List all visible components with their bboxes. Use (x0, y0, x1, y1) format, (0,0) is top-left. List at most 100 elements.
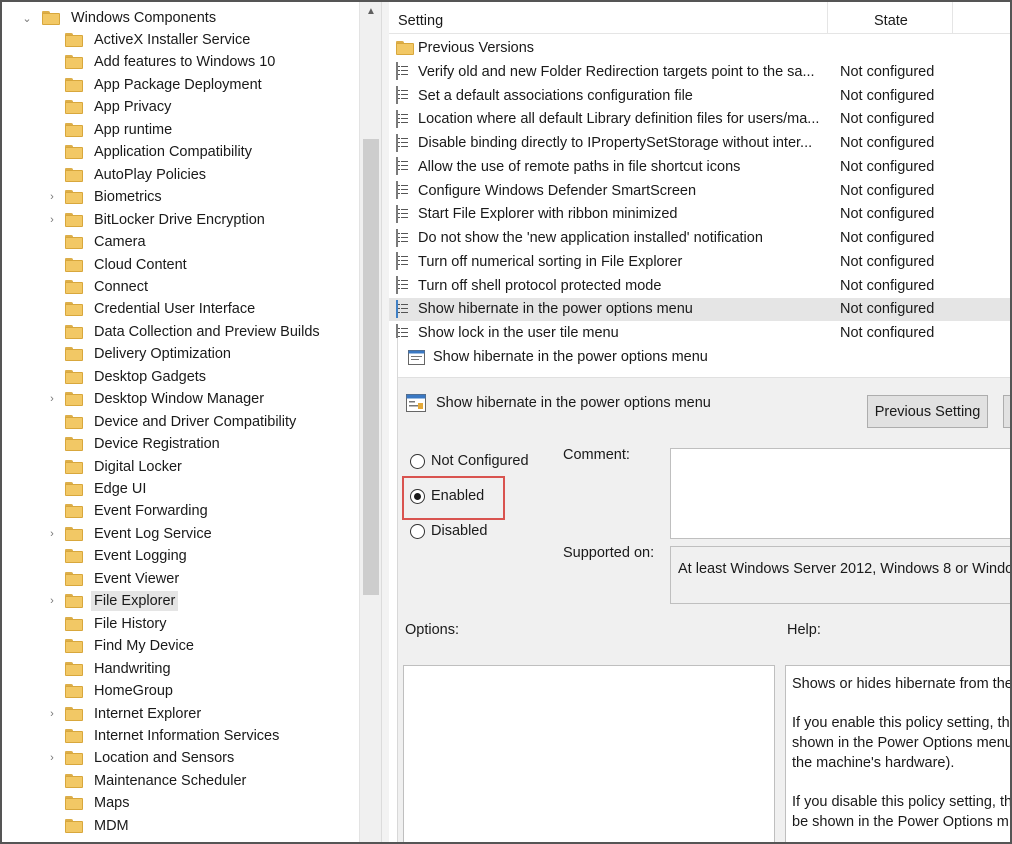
list-item-name: Set a default associations configuration… (418, 87, 693, 104)
list-item[interactable]: Disable binding directly to IPropertySet… (389, 131, 1010, 155)
tree-item[interactable]: App Privacy (45, 96, 174, 118)
tree-item[interactable]: › Biometrics (45, 186, 165, 208)
folder-icon (65, 818, 83, 833)
radio-not-configured[interactable]: Not Configured (410, 453, 529, 469)
column-header-state[interactable]: State (874, 13, 908, 29)
tree-item[interactable]: Internet Information Services (45, 725, 282, 747)
tree-pane[interactable]: ⌄ Windows Components ActiveX Installer S… (2, 2, 359, 842)
chevron-down-icon[interactable]: ⌄ (20, 7, 34, 29)
chevron-right-icon[interactable]: › (45, 747, 59, 769)
tree-item[interactable]: Delivery Optimization (45, 343, 234, 365)
list-item-name: Show lock in the user tile menu (418, 325, 619, 338)
chevron-right-icon[interactable]: › (45, 388, 59, 410)
tree-item[interactable]: File History (45, 613, 170, 635)
tree-item[interactable]: Maintenance Scheduler (45, 770, 249, 792)
list-item[interactable]: Show lock in the user tile menu Not confi… (389, 321, 1010, 338)
tree-item[interactable]: Handwriting (45, 658, 174, 680)
chevron-right-icon[interactable]: › (45, 186, 59, 208)
scrollbar-thumb[interactable] (363, 139, 379, 595)
list-item-name: Show hibernate in the power options menu (418, 301, 693, 318)
list-item[interactable]: Turn off numerical sorting in File Explo… (389, 250, 1010, 274)
folder-icon (65, 235, 83, 250)
tree-item[interactable]: Connect (45, 276, 151, 298)
chevron-right-icon[interactable]: › (45, 703, 59, 725)
list-item-state: Not configured (840, 63, 935, 80)
tree-item[interactable]: Find My Device (45, 635, 197, 657)
list-item[interactable]: Verify old and new Folder Redirection ta… (389, 60, 1010, 84)
tree-item[interactable]: Digital Locker (45, 456, 185, 478)
tree-item[interactable]: › Event Log Service (45, 523, 215, 545)
tree-item[interactable]: Maps (45, 792, 132, 814)
list-item[interactable]: Location where all default Library defin… (389, 108, 1010, 132)
dialog-titlebar[interactable]: Show hibernate in the power options menu (398, 338, 1011, 378)
tree-scrollbar[interactable]: ▲ (359, 2, 381, 842)
list-item[interactable]: Do not show the 'new application install… (389, 226, 1010, 250)
chevron-right-icon[interactable]: › (45, 523, 59, 545)
tree-item[interactable]: Event Viewer (45, 568, 182, 590)
tree-item[interactable]: Application Compatibility (45, 141, 255, 163)
folder-icon (65, 639, 83, 654)
list-item-folder[interactable]: Previous Versions (389, 36, 1010, 60)
tree-item[interactable]: Credential User Interface (45, 298, 258, 320)
radio-circle[interactable] (410, 453, 425, 469)
help-panel[interactable]: Shows or hides hibernate from the If you… (785, 665, 1012, 844)
tree-item-label: Digital Locker (94, 458, 182, 475)
radio-disabled[interactable]: Disabled (410, 523, 487, 539)
comment-textarea[interactable] (670, 448, 1012, 539)
list-item[interactable]: Set a default associations configuration… (389, 84, 1010, 108)
tree-item[interactable]: Cloud Content (45, 254, 190, 276)
radio-circle[interactable] (410, 523, 425, 539)
scroll-up-arrow-icon[interactable]: ▲ (360, 6, 382, 17)
tree-item[interactable]: › Desktop Window Manager (45, 388, 267, 410)
list-item[interactable]: Show hibernate in the power options menu… (389, 297, 1010, 322)
tree-item[interactable]: Desktop Gadgets (45, 366, 209, 388)
chevron-right-icon[interactable]: › (45, 209, 59, 231)
list-item-state: Not configured (840, 230, 935, 247)
radio-label: Not Configured (431, 453, 529, 469)
folder-icon (65, 414, 83, 429)
list-item[interactable]: Allow the use of remote paths in file sh… (389, 155, 1010, 179)
tree-item[interactable]: › Internet Explorer (45, 703, 204, 725)
list-item[interactable]: Turn off shell protocol protected mode No… (389, 274, 1010, 298)
tree-item[interactable]: › Location and Sensors (45, 747, 237, 769)
folder-icon (65, 369, 83, 384)
tree-item[interactable]: Event Logging (45, 545, 190, 567)
tree-item[interactable]: Camera (45, 231, 149, 253)
tree-item[interactable]: HomeGroup (45, 680, 176, 702)
tree-item[interactable]: Data Collection and Preview Builds (45, 321, 323, 343)
pane-splitter[interactable] (381, 2, 389, 842)
tree-item[interactable]: Edge UI (45, 478, 149, 500)
tree-item-windows-components[interactable]: ⌄ Windows Components (20, 7, 219, 29)
next-setting-button[interactable] (1003, 395, 1012, 428)
tree-item[interactable]: › BitLocker Drive Encryption (45, 209, 268, 231)
tree-item-label: AutoPlay Policies (94, 166, 207, 183)
tree-item[interactable]: Device and Driver Compatibility (45, 411, 299, 433)
tree-item[interactable]: App runtime (45, 119, 175, 141)
folder-icon (65, 526, 83, 541)
folder-icon (65, 437, 83, 452)
tree-item[interactable]: Add features to Windows 10 (45, 51, 278, 73)
chevron-right-icon[interactable]: › (45, 590, 59, 612)
settings-list[interactable]: Setting State Previous Versions Verify o… (389, 2, 1010, 338)
list-item-name: Verify old and new Folder Redirection ta… (418, 63, 815, 80)
column-header-setting[interactable]: Setting (398, 13, 443, 29)
list-item[interactable]: Start File Explorer with ribbon minimize… (389, 203, 1010, 227)
tree-item-label: BitLocker Drive Encryption (94, 211, 265, 228)
options-panel[interactable] (403, 665, 775, 844)
tree-item[interactable]: AutoPlay Policies (45, 164, 209, 186)
tree-item[interactable]: ActiveX Installer Service (45, 29, 253, 51)
tree-item[interactable]: MDM (45, 815, 132, 837)
tree-item[interactable]: Event Forwarding (45, 500, 211, 522)
list-item[interactable]: Configure Windows Defender SmartScreen No… (389, 179, 1010, 203)
policy-setting-icon (396, 109, 412, 128)
tree-item[interactable]: Device Registration (45, 433, 223, 455)
policy-setting-icon (396, 228, 412, 247)
folder-icon (65, 796, 83, 811)
tree-item-label: Handwriting (94, 660, 171, 677)
tree-item[interactable]: › File Explorer (45, 590, 179, 612)
tree-item[interactable]: App Package Deployment (45, 74, 265, 96)
previous-setting-button[interactable]: Previous Setting (867, 395, 988, 428)
